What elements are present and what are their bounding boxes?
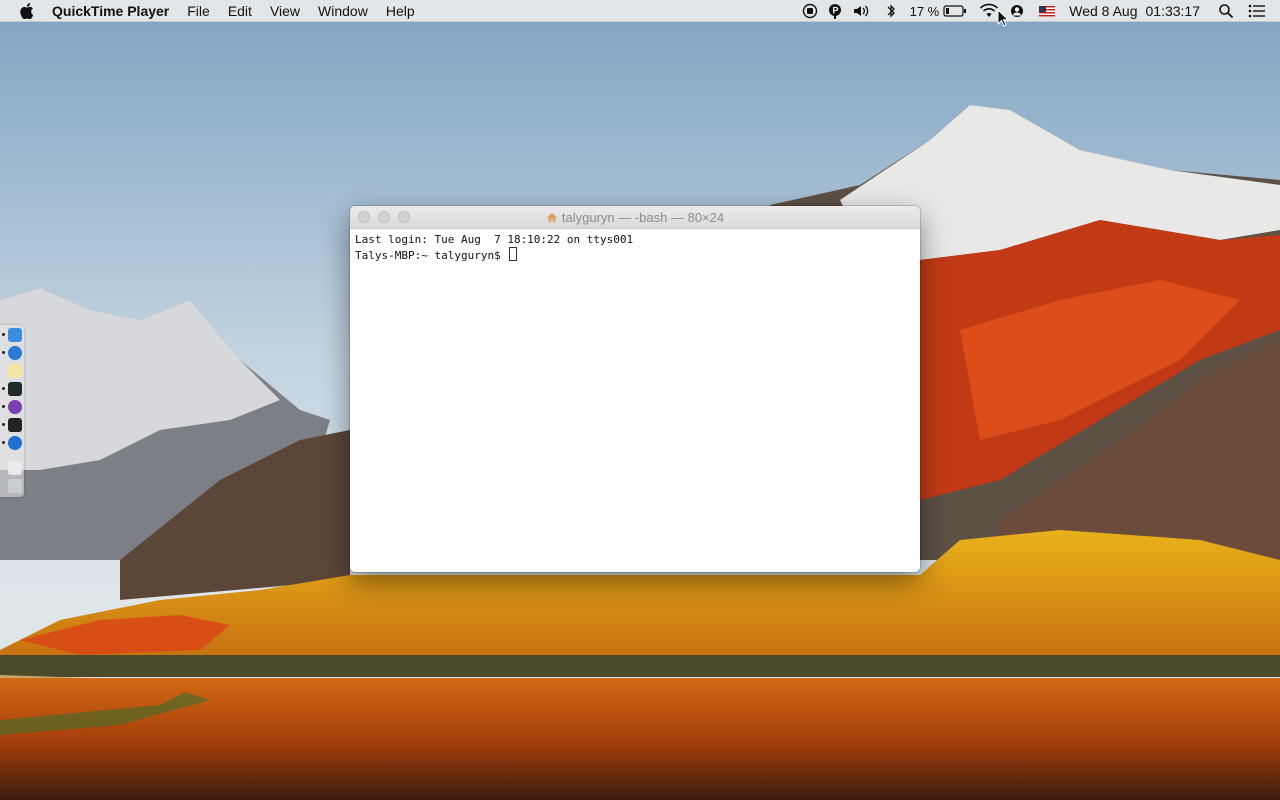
window-title-text: talyguryn — -bash — 80×24 bbox=[561, 209, 725, 225]
bluetooth-icon[interactable] bbox=[886, 0, 896, 22]
running-indicator bbox=[2, 333, 5, 336]
menu-window[interactable]: Window bbox=[318, 3, 368, 19]
notification-icon[interactable] bbox=[1248, 0, 1266, 22]
battery-percent[interactable]: 17 % bbox=[910, 0, 940, 22]
terminal-icon[interactable] bbox=[8, 418, 22, 432]
terminal-prompt-line: Talys-MBP:~ talyguryn$ bbox=[355, 247, 915, 263]
finder-icon[interactable] bbox=[8, 328, 22, 342]
flag-icon[interactable] bbox=[1039, 0, 1056, 22]
terminal-content[interactable]: Last login: Tue Aug 7 18:10:22 on ttys00… bbox=[350, 229, 920, 267]
window-title-bar[interactable]: talyguryn — -bash — 80×24 bbox=[350, 206, 920, 229]
menu-edit[interactable]: Edit bbox=[228, 3, 252, 19]
browser-icon[interactable] bbox=[8, 436, 22, 450]
menu-view[interactable]: View bbox=[270, 3, 300, 19]
folder-icon[interactable] bbox=[8, 461, 22, 475]
notes-icon[interactable] bbox=[8, 364, 22, 378]
github-icon[interactable] bbox=[8, 400, 22, 414]
clock[interactable]: Wed 8 Aug 01:33:17 bbox=[1069, 3, 1200, 19]
close-button[interactable] bbox=[358, 211, 370, 223]
app-menu[interactable]: QuickTime Player bbox=[52, 3, 169, 19]
menu-help[interactable]: Help bbox=[386, 3, 415, 19]
clock-time: 01:33:17 bbox=[1145, 3, 1201, 19]
clock-day: Wed 8 Aug bbox=[1069, 3, 1138, 19]
user-icon[interactable] bbox=[1009, 0, 1025, 22]
apple-menu-icon[interactable] bbox=[16, 2, 38, 19]
safari-icon[interactable] bbox=[8, 346, 22, 360]
svg-text:P: P bbox=[832, 6, 838, 16]
terminal-line: Last login: Tue Aug 7 18:10:22 on ttys00… bbox=[355, 233, 634, 246]
home-icon bbox=[546, 212, 558, 223]
battery-icon[interactable] bbox=[943, 0, 967, 22]
running-indicator bbox=[2, 405, 5, 408]
running-indicator bbox=[2, 441, 5, 444]
spotlight-icon[interactable] bbox=[1218, 0, 1234, 22]
running-indicator bbox=[2, 351, 5, 354]
minimize-button[interactable] bbox=[378, 211, 390, 223]
activity-icon[interactable] bbox=[8, 382, 22, 396]
terminal-prompt: Talys-MBP:~ talyguryn$ bbox=[355, 249, 508, 262]
window-title: talyguryn — -bash — 80×24 bbox=[546, 210, 724, 225]
trash-icon[interactable] bbox=[8, 479, 22, 493]
p-icon[interactable]: P bbox=[828, 0, 842, 22]
running-indicator bbox=[2, 423, 5, 426]
dock bbox=[0, 325, 24, 497]
zoom-button[interactable] bbox=[398, 211, 410, 223]
terminal-window[interactable]: talyguryn — -bash — 80×24 Last login: Tu… bbox=[350, 206, 920, 572]
record-icon[interactable] bbox=[802, 0, 818, 22]
volume-icon[interactable] bbox=[852, 0, 872, 22]
menu-bar: QuickTime Player File Edit View Window H… bbox=[0, 0, 1280, 22]
text-cursor bbox=[509, 247, 518, 261]
running-indicator bbox=[2, 387, 5, 390]
menu-file[interactable]: File bbox=[187, 3, 210, 19]
mouse-pointer-icon bbox=[997, 9, 1009, 27]
